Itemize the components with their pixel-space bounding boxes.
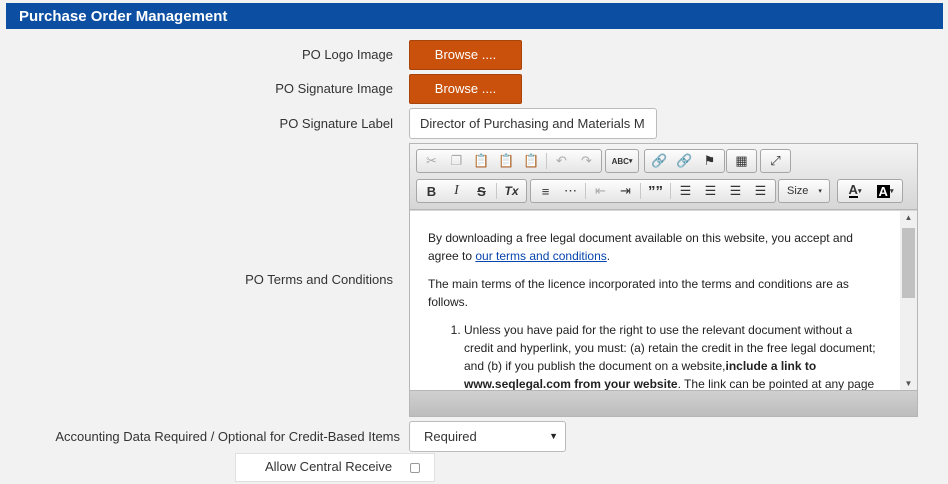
po-signature-label-label: PO Signature Label xyxy=(279,116,393,131)
anchor-icon[interactable]: ⚑ xyxy=(697,151,722,171)
po-signature-label-input[interactable]: Director of Purchasing and Materials M xyxy=(409,108,657,139)
terms-list: Unless you have paid for the right to us… xyxy=(428,321,882,390)
editor-scrollbar[interactable]: ▲ ▼ xyxy=(900,211,917,390)
toolbar-separator xyxy=(496,183,497,199)
link-icon[interactable]: 🔗 xyxy=(647,151,672,171)
terms-rich-text-editor: ✂ ❐ 📋 📋 📋 ↶ ↷ ABC ▾ 🔗 🔗 ⚑ ▦ ⤢ B I S Tx ≡… xyxy=(409,143,918,417)
bold-icon[interactable]: B xyxy=(419,181,444,201)
terms-link[interactable]: our terms and conditions xyxy=(475,249,606,263)
text-color-icon[interactable]: A ▾ xyxy=(840,181,870,201)
strikethrough-icon[interactable]: S xyxy=(469,181,494,201)
align-left-icon[interactable]: ☰ xyxy=(673,181,698,201)
copy-icon[interactable]: ❐ xyxy=(444,151,469,171)
italic-icon[interactable]: I xyxy=(444,181,469,201)
align-right-icon[interactable]: ☰ xyxy=(723,181,748,201)
cut-icon[interactable]: ✂ xyxy=(419,151,444,171)
bulleted-list-icon[interactable]: ⋯ xyxy=(558,181,583,201)
central-receive-label: Allow Central Receive xyxy=(265,459,393,474)
size-dropdown-label: Size xyxy=(787,185,809,197)
editor-toolbar: ✂ ❐ 📋 📋 📋 ↶ ↷ ABC ▾ 🔗 🔗 ⚑ ▦ ⤢ B I S Tx ≡… xyxy=(410,144,917,210)
chevron-down-icon: ▾ xyxy=(818,188,822,195)
background-color-icon[interactable]: A ▾ xyxy=(870,181,900,201)
undo-icon[interactable]: ↶ xyxy=(549,151,574,171)
basic-styles-group: B I S Tx xyxy=(416,179,527,203)
paste-text-icon[interactable]: 📋 xyxy=(494,151,519,171)
size-dropdown[interactable]: Size ▾ xyxy=(778,179,830,203)
link-group: 🔗 🔗 ⚑ xyxy=(644,149,725,173)
accounting-data-selected: Required xyxy=(424,429,477,444)
terms-paragraph-1: By downloading a free legal document ava… xyxy=(428,231,853,263)
maximize-group: ⤢ xyxy=(760,149,791,173)
po-signature-browse-button[interactable]: Browse .... xyxy=(409,74,522,104)
toolbar-separator xyxy=(585,183,586,199)
scroll-up-icon[interactable]: ▲ xyxy=(900,213,917,222)
toolbar-separator xyxy=(640,183,641,199)
editor-content[interactable]: By downloading a free legal document ava… xyxy=(410,211,900,390)
table-icon[interactable]: ▦ xyxy=(729,151,754,171)
unlink-icon[interactable]: 🔗 xyxy=(672,151,697,171)
paste-icon[interactable]: 📋 xyxy=(469,151,494,171)
po-logo-browse-button[interactable]: Browse .... xyxy=(409,40,522,70)
numbered-list-icon[interactable]: ≡ xyxy=(533,181,558,201)
editor-status-bar xyxy=(410,390,917,416)
clear-format-icon[interactable]: Tx xyxy=(499,181,524,201)
po-logo-label: PO Logo Image xyxy=(301,47,393,62)
accounting-data-label: Accounting Data Required / Optional for … xyxy=(55,429,400,444)
spellcheck-icon[interactable]: ABC ▾ xyxy=(608,151,636,171)
paragraph-group: ≡ ⋯ ⇤ ⇥ ”” ☰ ☰ ☰ ☰ xyxy=(530,179,776,203)
align-center-icon[interactable]: ☰ xyxy=(698,181,723,201)
list-item: Unless you have paid for the right to us… xyxy=(464,321,882,390)
redo-icon[interactable]: ↷ xyxy=(574,151,599,171)
maximize-icon[interactable]: ⤢ xyxy=(763,151,788,171)
spellcheck-label: ABC xyxy=(611,156,629,166)
color-group: A ▾ A ▾ xyxy=(837,179,903,203)
blockquote-icon[interactable]: ”” xyxy=(643,181,668,201)
indent-icon[interactable]: ⇥ xyxy=(613,181,638,201)
central-receive-row: Allow Central Receive xyxy=(235,453,435,482)
po-signature-label: PO Signature Image xyxy=(275,81,393,96)
align-justify-icon[interactable]: ☰ xyxy=(748,181,773,201)
toolbar-separator xyxy=(546,153,547,169)
section-header: Purchase Order Management xyxy=(6,3,943,29)
scrollbar-thumb[interactable] xyxy=(902,228,915,298)
paste-word-icon[interactable]: 📋 xyxy=(519,151,544,171)
chevron-down-icon: ▼ xyxy=(549,431,558,441)
clipboard-group: ✂ ❐ 📋 📋 📋 ↶ ↷ xyxy=(416,149,602,173)
section-title: Purchase Order Management xyxy=(19,8,228,25)
po-terms-label: PO Terms and Conditions xyxy=(245,272,393,287)
table-group: ▦ xyxy=(726,149,757,173)
scroll-down-icon[interactable]: ▼ xyxy=(900,379,917,388)
toolbar-separator xyxy=(670,183,671,199)
spellcheck-group: ABC ▾ xyxy=(605,149,639,173)
accounting-data-select[interactable]: Required ▼ xyxy=(409,421,566,452)
central-receive-checkbox[interactable] xyxy=(410,463,420,473)
outdent-icon[interactable]: ⇤ xyxy=(588,181,613,201)
terms-paragraph-2: The main terms of the licence incorporat… xyxy=(428,277,849,309)
